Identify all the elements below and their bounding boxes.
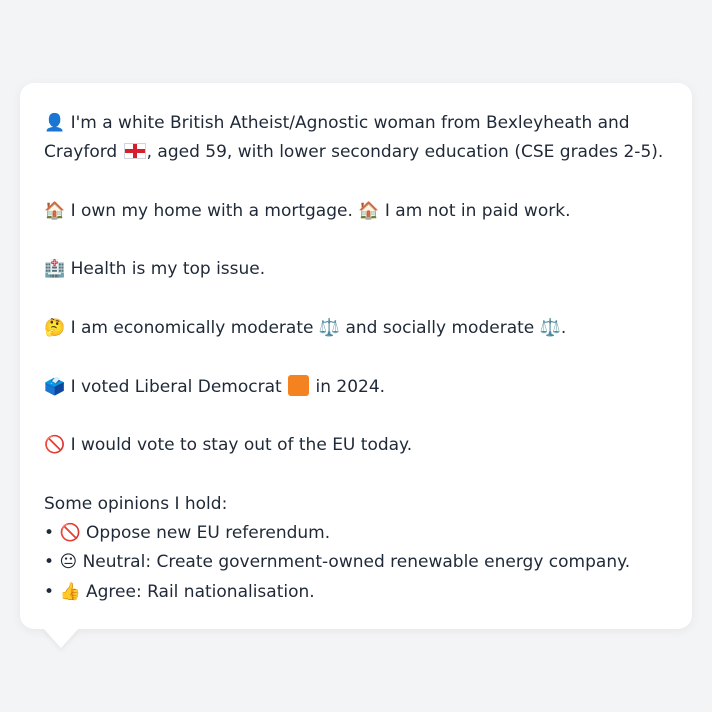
opinion-text: Oppose new EU referendum. bbox=[86, 523, 331, 544]
scales-icon: ⚖️ bbox=[318, 318, 341, 339]
housing-text: I own my home with a mortgage. bbox=[70, 200, 353, 221]
prohibited-icon: 🚫 bbox=[44, 435, 66, 456]
prohibited-icon: 🚫 bbox=[59, 523, 81, 544]
thumbs-up-icon: 👍 bbox=[59, 581, 81, 602]
ballot-box-icon: 🗳️ bbox=[44, 376, 66, 397]
ideology-text-social: and socially moderate bbox=[345, 318, 535, 339]
vote-line: 🗳️ I voted Liberal Democrat in 2024. bbox=[44, 373, 668, 402]
speech-bubble-tail bbox=[43, 628, 79, 648]
ideology-text-end: . bbox=[560, 318, 567, 339]
england-flag-icon bbox=[123, 143, 146, 160]
intro-text-continued: , aged 59, with lower secondary educatio… bbox=[146, 142, 664, 163]
hospital-icon: 🏥 bbox=[44, 259, 66, 280]
opinion-text: Neutral: Create government-owned renewab… bbox=[82, 552, 631, 573]
bullet: • bbox=[44, 552, 55, 573]
vote-text: I voted Liberal Democrat bbox=[70, 376, 282, 397]
eu-text: I would vote to stay out of the EU today… bbox=[70, 435, 413, 456]
eu-line: 🚫 I would vote to stay out of the EU tod… bbox=[44, 431, 668, 460]
house-icon: 🏠 bbox=[44, 200, 66, 221]
opinion-item: • 👍 Agree: Rail nationalisation. bbox=[44, 578, 668, 607]
health-line: 🏥 Health is my top issue. bbox=[44, 255, 668, 284]
ideology-text: I am economically moderate bbox=[70, 318, 314, 339]
housing-line: 🏠 I own my home with a mortgage. 🏠 I am … bbox=[44, 197, 668, 226]
persona-card: 👤 I'm a white British Atheist/Agnostic w… bbox=[20, 83, 692, 629]
opinion-item: • 🚫 Oppose new EU referendum. bbox=[44, 519, 668, 548]
house-icon-work: 🏠 bbox=[358, 200, 380, 221]
opinions-heading: Some opinions I hold: bbox=[44, 493, 228, 514]
party-color-square-icon bbox=[288, 374, 310, 396]
neutral-face-icon: 😐 bbox=[59, 552, 78, 573]
ideology-line: 🤔 I am economically moderate ⚖️ and soci… bbox=[44, 314, 668, 343]
opinion-text: Agree: Rail nationalisation. bbox=[86, 581, 315, 602]
bullet: • bbox=[44, 523, 55, 544]
person-icon: 👤 bbox=[44, 113, 66, 133]
opinion-item: • 😐 Neutral: Create government-owned ren… bbox=[44, 548, 668, 577]
thinking-face-icon: 🤔 bbox=[44, 318, 66, 339]
health-text: Health is my top issue. bbox=[70, 259, 266, 280]
scales-icon-social: ⚖️ bbox=[539, 318, 561, 339]
intro-line: 👤 I'm a white British Atheist/Agnostic w… bbox=[44, 109, 668, 168]
bullet: • bbox=[44, 581, 55, 602]
vote-year-text: in 2024. bbox=[315, 376, 386, 397]
work-text: I am not in paid work. bbox=[384, 200, 571, 221]
